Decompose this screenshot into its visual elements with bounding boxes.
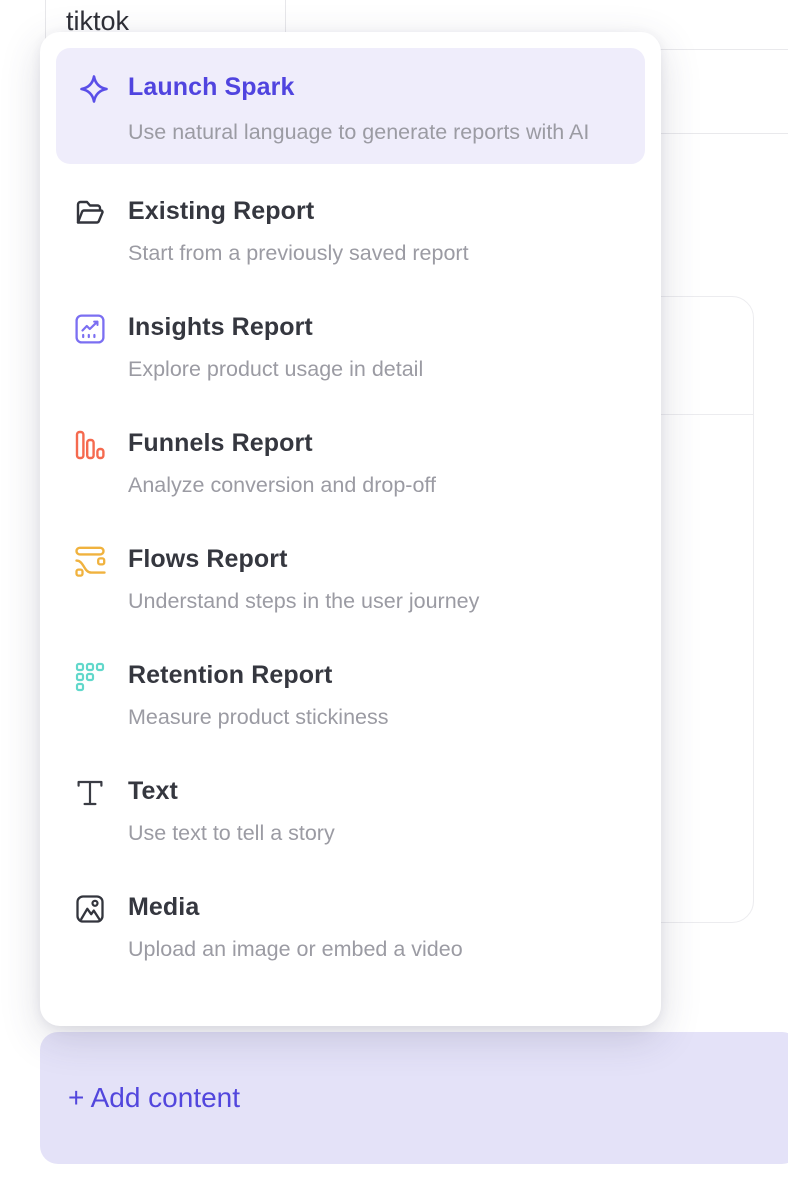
- menu-item-title: Existing Report: [128, 196, 469, 226]
- add-content-button[interactable]: + Add content: [40, 1032, 788, 1164]
- retention-grid-icon: [74, 661, 106, 693]
- background-divider: [656, 49, 788, 50]
- menu-item-description: Explore product usage in detail: [128, 354, 423, 384]
- add-content-menu: Launch Spark Use natural language to gen…: [40, 32, 661, 1026]
- menu-item-description: Use text to tell a story: [128, 818, 335, 848]
- menu-item-description: Upload an image or embed a video: [128, 934, 463, 964]
- background-divider: [656, 133, 788, 134]
- add-content-label: + Add content: [68, 1082, 240, 1114]
- menu-item-title: Media: [128, 892, 463, 922]
- flows-icon: [74, 545, 106, 577]
- menu-item-text[interactable]: Text Use text to tell a story: [56, 744, 645, 860]
- menu-item-flows-report[interactable]: Flows Report Understand steps in the use…: [56, 512, 645, 628]
- menu-item-retention-report[interactable]: Retention Report Measure product stickin…: [56, 628, 645, 744]
- menu-item-media[interactable]: Media Upload an image or embed a video: [56, 860, 645, 976]
- menu-item-title: Text: [128, 776, 335, 806]
- text-icon: [74, 777, 106, 809]
- menu-item-description: Start from a previously saved report: [128, 238, 469, 268]
- funnel-bars-icon: [74, 429, 106, 461]
- menu-item-description: Use natural language to generate reports…: [128, 114, 589, 150]
- menu-item-title: Launch Spark: [128, 72, 589, 102]
- menu-item-description: Measure product stickiness: [128, 702, 389, 732]
- menu-item-funnels-report[interactable]: Funnels Report Analyze conversion and dr…: [56, 396, 645, 512]
- menu-item-description: Analyze conversion and drop-off: [128, 470, 436, 500]
- menu-item-description: Understand steps in the user journey: [128, 586, 479, 616]
- menu-item-title: Insights Report: [128, 312, 423, 342]
- menu-item-insights-report[interactable]: Insights Report Explore product usage in…: [56, 280, 645, 396]
- line-chart-icon: [74, 313, 106, 345]
- sparkle-icon: [78, 73, 110, 105]
- menu-item-title: Funnels Report: [128, 428, 436, 458]
- menu-item-title: Retention Report: [128, 660, 389, 690]
- menu-item-title: Flows Report: [128, 544, 479, 574]
- media-icon: [74, 893, 106, 925]
- menu-item-existing-report[interactable]: Existing Report Start from a previously …: [56, 164, 645, 280]
- folder-open-icon: [74, 197, 106, 229]
- menu-item-launch-spark[interactable]: Launch Spark Use natural language to gen…: [56, 48, 645, 164]
